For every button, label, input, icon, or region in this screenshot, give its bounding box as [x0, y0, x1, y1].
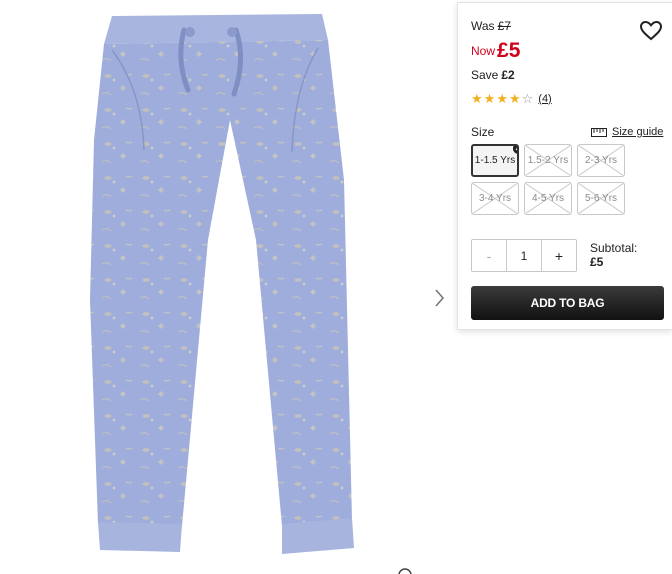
- subtotal-value: £5: [590, 255, 604, 269]
- save-amount: Save £2: [471, 68, 515, 82]
- size-option-label: 4-5 Yrs: [531, 193, 565, 204]
- size-option[interactable]: 2-3 Yrs: [577, 144, 625, 177]
- was-value: £7: [497, 19, 511, 33]
- size-guide-label: Size guide: [612, 126, 664, 138]
- size-option[interactable]: 3-4 Yrs: [471, 182, 519, 215]
- quantity-value[interactable]: 1: [507, 240, 541, 271]
- size-option[interactable]: 1-1.5 Yrs: [471, 144, 519, 177]
- size-label: Size: [471, 125, 495, 139]
- zoom-icon[interactable]: [396, 566, 414, 574]
- size-guide-link[interactable]: Size guide: [591, 126, 663, 138]
- heart-icon[interactable]: [640, 21, 662, 41]
- size-option-label: 3-4 Yrs: [478, 193, 512, 204]
- rating: ★ ★ ★ ★ ☆ (4): [471, 92, 552, 105]
- size-option[interactable]: 4-5 Yrs: [524, 182, 572, 215]
- size-option-label: 2-3 Yrs: [584, 155, 618, 166]
- was-price: Was £7: [471, 19, 511, 33]
- star-icon: ★: [483, 91, 496, 106]
- size-option-label: 5-6 Yrs: [584, 193, 618, 204]
- add-to-bag-button[interactable]: ADD TO BAG: [471, 286, 664, 320]
- star-icon: ★: [496, 91, 508, 106]
- now-value: £5: [497, 39, 521, 62]
- subtotal: Subtotal: £5: [590, 241, 637, 269]
- quantity-stepper: - 1 +: [471, 239, 577, 272]
- purchase-panel: Was £7 Now£5 Save £2 ★ ★ ★ ★ ☆ (4) Size Si…: [457, 2, 672, 330]
- increase-quantity-button[interactable]: +: [541, 240, 576, 271]
- chevron-right-icon[interactable]: [428, 286, 450, 310]
- save-label: Save: [471, 68, 499, 82]
- star-icon: ★: [471, 91, 483, 106]
- product-gallery: [0, 0, 455, 574]
- review-count-link[interactable]: (4): [538, 93, 551, 105]
- size-option[interactable]: 5-6 Yrs: [577, 182, 625, 215]
- now-price: Now£5: [471, 39, 520, 63]
- star-outline-icon: ☆: [521, 91, 534, 106]
- subtotal-label: Subtotal:: [590, 241, 638, 255]
- now-label: Now: [471, 44, 496, 58]
- checkmark-icon: [513, 146, 517, 154]
- was-label: Was: [471, 19, 495, 33]
- ruler-icon: [591, 127, 607, 137]
- save-value: £2: [501, 68, 515, 82]
- decrease-quantity-button[interactable]: -: [472, 240, 507, 271]
- product-image[interactable]: [60, 0, 400, 574]
- size-option[interactable]: 1.5-2 Yrs: [524, 144, 572, 177]
- star-icon: ★: [508, 91, 521, 106]
- size-option-label: 1.5-2 Yrs: [527, 155, 569, 166]
- size-option-label: 1-1.5 Yrs: [474, 155, 516, 166]
